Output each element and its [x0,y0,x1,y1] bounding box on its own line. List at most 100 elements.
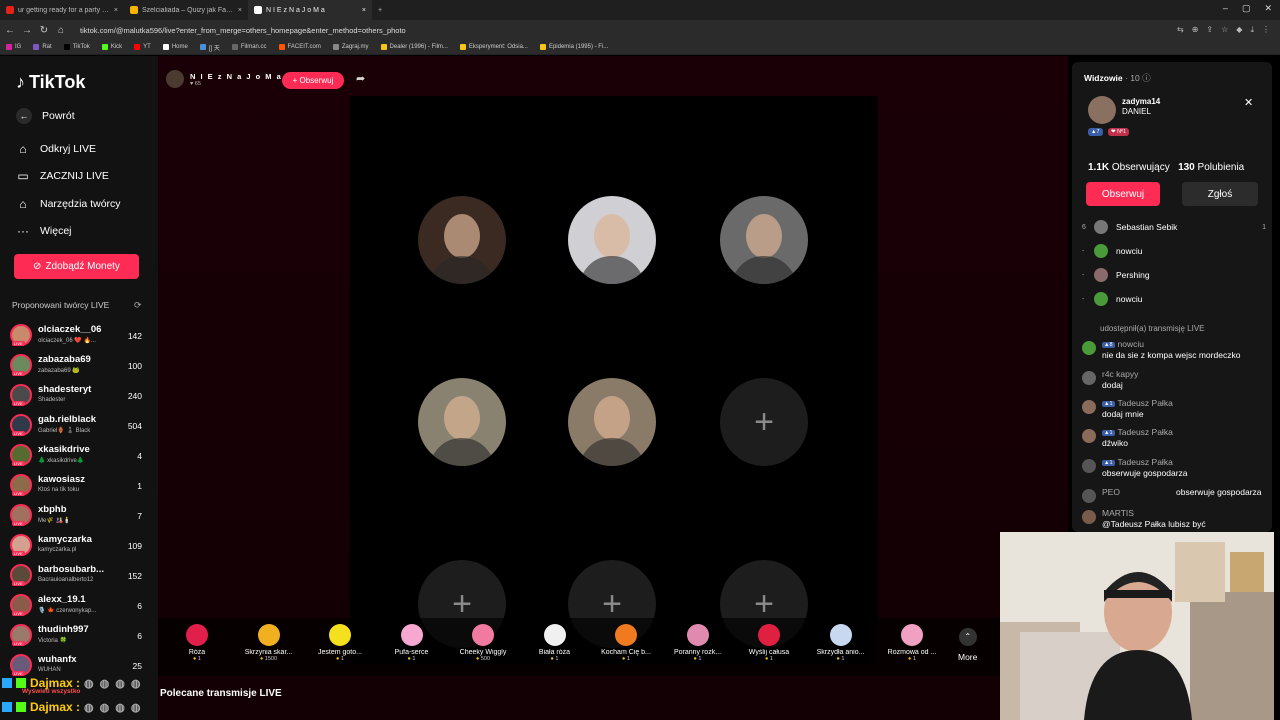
extension-icon[interactable]: ◆ [1236,25,1242,35]
suggested-creator-item[interactable]: LIVE kawosiasz Ktoś na tik toku 1 [10,472,145,500]
tiktok-logo[interactable]: ♪ TikTok [16,72,85,93]
browser-tab[interactable]: Szelcialiada – Quizy jak Familiada! G × [124,0,248,20]
suggested-creator-item[interactable]: LIVE olciaczek__06 olciaczek_06 ❤️ 🔥... 142 [10,322,145,350]
sidebar-nav-item[interactable]: ▭ ZACZNIJ LIVE [16,169,109,183]
bookmark-item[interactable]: Home [162,44,188,50]
tab-close-icon[interactable]: × [362,7,366,14]
close-icon[interactable]: ✕ [1244,96,1253,109]
maximize-icon[interactable]: ▢ [1242,3,1251,14]
guest-seat[interactable] [720,196,808,284]
download-icon[interactable]: ⤓ [1250,25,1254,35]
gift-item[interactable]: Jestem goto... ● 1 [307,624,373,662]
viewer-row[interactable]: - Pershing [1082,268,1266,282]
home-icon[interactable]: ⌂ [54,25,68,36]
sidebar-nav-item[interactable]: ··· Więcej [16,224,72,238]
gift-item[interactable]: Rozmowa od ... ● 1 [879,624,945,662]
bookmark-item[interactable]: Kick [101,44,122,50]
bookmark-item[interactable]: Rat [33,44,52,50]
gift-item[interactable]: Cheeky Wiggly ● 500 [450,624,516,662]
gift-item[interactable]: Pufa-serce ● 1 [379,624,445,662]
badge-icon [16,678,26,688]
bookmark-item[interactable]: Eksperyment: Odsia... [459,44,528,50]
suggested-creator-item[interactable]: LIVE alexx_19.1 🎙️ 🍁 czerwonykap... 6 [10,592,145,620]
video-player[interactable]: + + + + [350,96,878,664]
bookmark-item[interactable]: FACEIT.com [278,44,321,50]
viewer-row[interactable]: - nowciu [1082,244,1266,258]
zoom-icon[interactable]: ⊕ [1192,25,1199,35]
chat-message[interactable]: ▲1 Tadeusz Pałka dodaj mnie [1080,398,1270,422]
suggested-creator-item[interactable]: LIVE zabazaba69 zabazaba69 🐸 100 [10,352,145,380]
info-icon[interactable]: ⓘ [1142,73,1151,83]
tab-close-icon[interactable]: × [114,7,118,14]
profile-report-button[interactable]: Zgłoś [1182,182,1258,206]
guest-seat[interactable] [418,378,506,466]
bookmark-item[interactable]: [] 天 [199,43,220,52]
bookmark-item[interactable]: Dealer (1996) - Film... [380,44,448,50]
suggested-creator-item[interactable]: LIVE kamyczarka kamyczarka.pl 109 [10,532,145,560]
gift-item[interactable]: Skrzydła anio... ● 1 [808,624,874,662]
minimize-icon[interactable]: – [1223,3,1228,14]
suggested-creator-item[interactable]: LIVE barbosubarb... Bacrauioanalberto12 152 [10,562,145,590]
kick-view-all[interactable]: Wyświetl wszystko [22,688,80,695]
viewer-row[interactable]: - nowciu [1082,292,1266,306]
get-coins-button[interactable]: ⊘ Zdobądź Monety [14,254,139,279]
bookmark-star-icon[interactable]: ☆ [1221,25,1228,35]
viewer-row[interactable]: 6 Sebastian Sebik 1 [1082,220,1266,234]
chat-message[interactable]: MARTIS @Tadeusz Pałka lubisz być [1080,508,1270,532]
gift-item[interactable]: Biała róża ● 1 [522,624,588,662]
back-button[interactable]: ← Powrót [16,108,75,124]
guest-seat[interactable] [568,196,656,284]
host-name[interactable]: N I E z N a J o M a [190,72,282,81]
guest-seat[interactable] [418,196,506,284]
close-window-icon[interactable]: ✕ [1264,3,1272,14]
translate-icon[interactable]: ⇆ [1177,25,1184,35]
host-info[interactable]: N I E z N a J o M a ♥ 65 [166,70,282,88]
suggested-creator-item[interactable]: LIVE thudinh997 Victoria 🍀 6 [10,622,145,650]
chat-message[interactable]: ▲8 nowciu nie da sie z kompa wejsc mordecz… [1080,339,1270,363]
guest-seat[interactable] [568,378,656,466]
profile-follow-button[interactable]: Obserwuj [1086,182,1160,206]
bookmark-item[interactable]: Filman.cc [231,44,267,50]
bookmark-item[interactable]: Zagraj.my [332,44,369,50]
profile-avatar[interactable] [1088,96,1116,124]
gift-item[interactable]: Róża ● 1 [164,624,230,662]
more-gifts-button[interactable]: ⌃ More [958,628,977,662]
chat-author-name: nowciu [1117,339,1144,349]
menu-icon[interactable]: ⋮ [1262,25,1270,35]
sidebar-nav-item[interactable]: ⌂ Narzędzia twórcy [16,197,120,211]
url-field[interactable]: tiktok.com/@malutka596/live?enter_from_m… [80,26,1177,35]
suggested-creator-item[interactable]: LIVE xkasikdrive 🌲 xkasikdrive🌲 4 [10,442,145,470]
viewers-header: Widzowie · 10 ⓘ [1084,72,1151,84]
bookmark-item[interactable]: Epidemia (1995) - Fi... [539,44,608,50]
chat-message[interactable]: ▲1 Tadeusz Pałka obserwuje gospodarza [1080,457,1270,481]
forward-arrow-icon[interactable]: → [20,25,34,36]
host-avatar[interactable] [166,70,184,88]
gift-item[interactable]: Wyślij całusa ● 1 [736,624,802,662]
bookmark-item[interactable]: YT [134,44,151,50]
sidebar-nav-item[interactable]: ⌂ Odkryj LIVE [16,142,96,156]
suggested-creator-item[interactable]: LIVE gab.rielblack Gabriel🏺 ♟️ Black 504 [10,412,145,440]
gift-item[interactable]: Kocham Cię b... ● 1 [593,624,659,662]
browser-tab[interactable]: + [372,0,392,20]
chat-message[interactable]: r4c kapyy dodaj [1080,369,1270,393]
add-guest-seat[interactable]: + [720,378,808,466]
creator-subtitle: olciaczek_06 ❤️ 🔥... [38,338,96,344]
viewers-count: · 10 [1125,73,1140,83]
emote-icons: ◍◍◍◍ [84,701,147,714]
suggested-creator-item[interactable]: LIVE xbphb Me🌾 🎎🕯️ 7 [10,502,145,530]
bookmark-item[interactable]: IG [6,44,21,50]
reload-icon[interactable]: ↻ [37,25,51,36]
share-icon[interactable]: ➦ [356,72,365,85]
gift-item[interactable]: Poranny rozk... ● 1 [665,624,731,662]
browser-tab[interactable]: ur getting ready for a party D pu × [0,0,124,20]
browser-tab[interactable]: N I E z N a J o M a × [248,0,372,20]
refresh-icon[interactable]: ⟳ [134,300,142,311]
share-icon[interactable]: ⇪ [1206,25,1213,35]
back-arrow-icon[interactable]: ← [3,25,17,36]
tab-close-icon[interactable]: × [238,7,242,14]
bookmark-item[interactable]: TikTok [63,44,90,50]
follow-host-button[interactable]: + Obserwuj [282,72,344,89]
gift-item[interactable]: Skrzynia skar... ● 1500 [236,624,302,662]
chat-message[interactable]: ▲1 Tadeusz Pałka dźwiko [1080,427,1270,451]
suggested-creator-item[interactable]: LIVE shadesteryt Shadester 240 [10,382,145,410]
